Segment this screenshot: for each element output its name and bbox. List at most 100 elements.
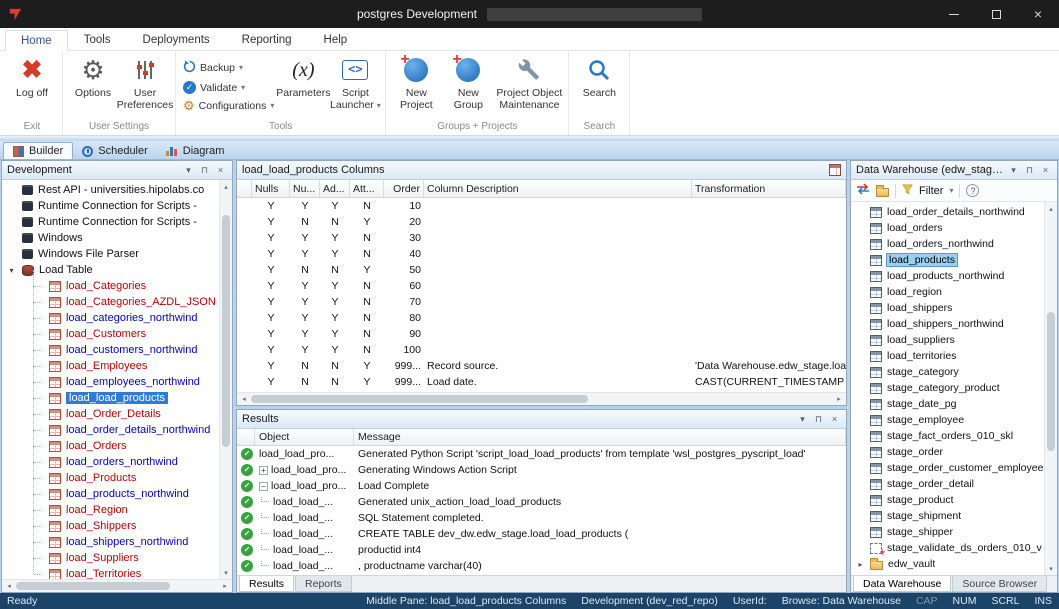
tree-item[interactable]: load_employees_northwind: [2, 374, 219, 390]
tree-item[interactable]: load_Order_Details: [2, 406, 219, 422]
scroll-up-icon[interactable]: ▴: [220, 180, 232, 193]
vertical-scrollbar[interactable]: ▴ ▾: [219, 180, 232, 579]
ribbon-tab[interactable]: Deployments: [127, 29, 226, 50]
new-project-button[interactable]: New Project: [390, 53, 442, 120]
result-row[interactable]: ✓ load_load_... , productname varchar(40…: [237, 558, 846, 574]
scroll-right-icon[interactable]: ▸: [218, 582, 232, 590]
result-row[interactable]: ✓ load_load_... SQL Statement completed.: [237, 510, 846, 526]
scroll-left-icon[interactable]: ◂: [237, 395, 251, 403]
tree-item[interactable]: Windows File Parser: [2, 246, 219, 262]
tree-item[interactable]: load_order_details_northwind: [2, 422, 219, 438]
browser-item[interactable]: load_products: [851, 252, 1044, 268]
pin-icon[interactable]: ⊓: [812, 413, 825, 426]
scroll-thumb[interactable]: [16, 582, 170, 590]
search-button[interactable]: Search: [573, 53, 625, 120]
tree-item[interactable]: load_load_products: [2, 390, 219, 406]
filter-icon[interactable]: [902, 184, 913, 198]
column-row[interactable]: Y Y Y N 90: [237, 326, 846, 342]
results-tab[interactable]: Results: [239, 576, 294, 592]
header-nu[interactable]: Nu...: [290, 180, 320, 197]
browser-tab[interactable]: Data Warehouse: [853, 576, 951, 592]
browser-item[interactable]: load_territories: [851, 348, 1044, 364]
project-object-maintenance-button[interactable]: Project Object Maintenance: [494, 53, 564, 120]
header-status[interactable]: [237, 429, 255, 445]
header-row-selector[interactable]: [237, 180, 252, 197]
ribbon-tab[interactable]: Home: [5, 30, 68, 51]
tree-item[interactable]: load_products_northwind: [2, 486, 219, 502]
header-message[interactable]: Message: [354, 429, 846, 445]
header-column-description[interactable]: Column Description: [424, 180, 692, 197]
scroll-thumb[interactable]: [222, 215, 230, 446]
tree-item[interactable]: load_Territories: [2, 566, 219, 579]
expand-marker-icon[interactable]: [261, 528, 269, 534]
tree-item[interactable]: load_orders_northwind: [2, 454, 219, 470]
browser-item[interactable]: stage_shipper: [851, 524, 1044, 540]
browser-item[interactable]: load_suppliers: [851, 332, 1044, 348]
browser-item[interactable]: load_shippers: [851, 300, 1044, 316]
expand-marker-icon[interactable]: [261, 544, 269, 550]
configurations-button[interactable]: ⚙ Configurations ▾: [183, 99, 274, 112]
browser-item[interactable]: load_order_details_northwind: [851, 204, 1044, 220]
header-ad[interactable]: Ad...: [320, 180, 350, 197]
header-transformation[interactable]: Transformation: [692, 180, 846, 197]
tree-item[interactable]: load_customers_northwind: [2, 342, 219, 358]
column-row[interactable]: Y Y Y N 80: [237, 310, 846, 326]
filter-label[interactable]: Filter: [919, 185, 943, 197]
scroll-track[interactable]: [16, 580, 218, 592]
browser-item[interactable]: stage_order_detail: [851, 476, 1044, 492]
options-button[interactable]: ⚙ Options: [67, 53, 119, 120]
header-object[interactable]: Object: [255, 429, 354, 445]
result-row[interactable]: ✓ load_load_... Generated unix_action_lo…: [237, 494, 846, 510]
browser-item[interactable]: stage_date_pg: [851, 396, 1044, 412]
browser-item[interactable]: stage_product: [851, 492, 1044, 508]
browser-item[interactable]: stage_employee: [851, 412, 1044, 428]
scroll-track[interactable]: [251, 393, 832, 405]
expand-chevron-icon[interactable]: ▸: [856, 560, 865, 569]
tree-item[interactable]: load_Region: [2, 502, 219, 518]
tree-item[interactable]: Runtime Connection for Scripts -: [2, 214, 219, 230]
result-row[interactable]: ✓ + load_load_pro... Generating Windows …: [237, 462, 846, 478]
tree-item[interactable]: ▾ Load Table: [2, 262, 219, 278]
column-row[interactable]: Y N N Y 999... Record source. 'Data Ware…: [237, 358, 846, 374]
scroll-left-icon[interactable]: ◂: [2, 582, 16, 590]
browser-item[interactable]: stage_category_product: [851, 380, 1044, 396]
tree-item[interactable]: load_categories_northwind: [2, 310, 219, 326]
tree-item[interactable]: Runtime Connection for Scripts -: [2, 198, 219, 214]
scroll-down-icon[interactable]: ▾: [1045, 562, 1057, 575]
column-row[interactable]: Y N N Y 20: [237, 214, 846, 230]
column-row[interactable]: Y Y Y N 30: [237, 230, 846, 246]
expand-marker-icon[interactable]: −: [259, 482, 268, 491]
tree-item[interactable]: Rest API - universities.hipolabs.co: [2, 182, 219, 198]
ribbon-tab[interactable]: Help: [308, 29, 364, 50]
close-button[interactable]: ×: [1017, 0, 1059, 28]
column-row[interactable]: Y Y Y N 60: [237, 278, 846, 294]
log-off-button[interactable]: ✖ Log off: [6, 53, 58, 120]
browser-item[interactable]: stage_fact_orders_010_skl: [851, 428, 1044, 444]
column-row[interactable]: Y Y Y N 10: [237, 198, 846, 214]
pin-icon[interactable]: ⊓: [198, 164, 211, 177]
tree-item[interactable]: load_Employees: [2, 358, 219, 374]
expand-chevron-icon[interactable]: ▾: [6, 266, 17, 275]
scroll-right-icon[interactable]: ▸: [832, 395, 846, 403]
result-row[interactable]: ✓ load_load_... CREATE TABLE dev_dw.edw_…: [237, 526, 846, 542]
pin-icon[interactable]: ⊓: [1023, 164, 1036, 177]
validate-button[interactable]: ✓ Validate ▾: [183, 81, 274, 94]
tree-item[interactable]: load_Categories: [2, 278, 219, 294]
tree-item[interactable]: load_shippers_northwind: [2, 534, 219, 550]
scroll-down-icon[interactable]: ▾: [220, 566, 232, 579]
browser-tab[interactable]: Source Browser: [952, 576, 1047, 592]
view-tab[interactable]: Diagram: [157, 143, 234, 159]
tree-item[interactable]: load_Products: [2, 470, 219, 486]
tree-item[interactable]: load_Orders: [2, 438, 219, 454]
pane-menu-icon[interactable]: ▾: [796, 413, 809, 426]
pane-menu-icon[interactable]: ▾: [182, 164, 195, 177]
expand-marker-icon[interactable]: [261, 512, 269, 518]
header-nulls[interactable]: Nulls: [252, 180, 290, 197]
close-pane-icon[interactable]: ×: [1039, 164, 1052, 177]
folder-icon[interactable]: [876, 188, 889, 197]
backup-button[interactable]: Backup ▾: [183, 60, 274, 76]
browser-item[interactable]: stage_validate_ds_orders_010_v: [851, 540, 1044, 556]
refresh-connection-icon[interactable]: [856, 183, 870, 198]
new-group-button[interactable]: New Group: [442, 53, 494, 120]
browser-item[interactable]: load_shippers_northwind: [851, 316, 1044, 332]
